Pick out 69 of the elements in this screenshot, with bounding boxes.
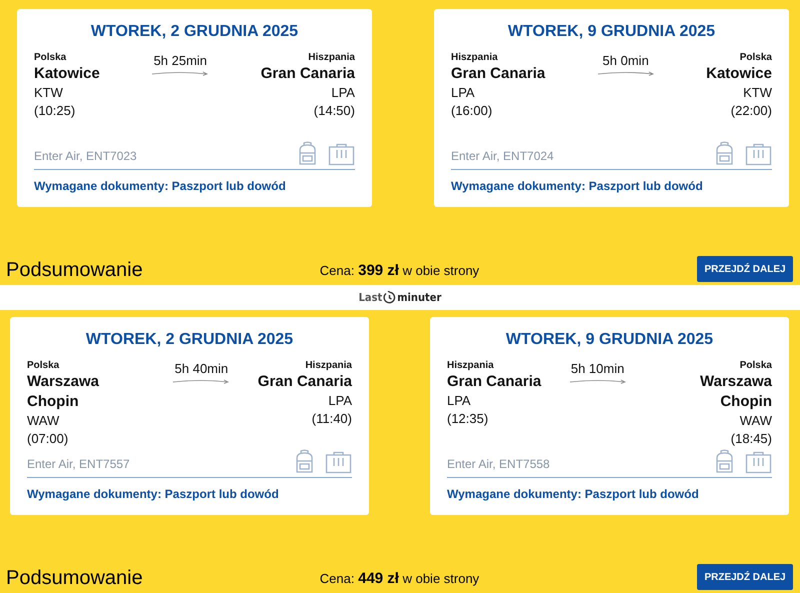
airport-code: KTW: [743, 84, 772, 102]
airport-code: LPA: [447, 392, 472, 410]
flight-time: (22:00): [730, 102, 772, 120]
continue-button[interactable]: PRZEJDŹ DALEJ: [697, 564, 793, 590]
flight-date: WTOREK, 2 GRUDNIA 2025: [84, 331, 294, 349]
city-name: Gran Canaria: [447, 372, 542, 392]
flight-time: (16:00): [451, 102, 494, 120]
required-documents: Wymagane dokumenty: Paszport lub dowód: [27, 487, 280, 501]
flight-date: WTOREK, 9 GRUDNIA 2025: [506, 23, 716, 41]
country-label: Hiszpania: [447, 359, 495, 372]
price-text: Cena: 399 zł w obie strony: [320, 262, 480, 281]
suitcase-icon: [325, 451, 352, 474]
flight-time: (14:50): [314, 102, 355, 120]
clock-icon: [383, 291, 396, 304]
flight-date: WTOREK, 9 GRUDNIA 2025: [504, 331, 714, 349]
airline-flight-number: Enter Air, ENT7024: [451, 149, 554, 165]
city-name: Gran Canaria: [260, 64, 355, 84]
airport-code: WAW: [27, 412, 60, 430]
airport-code: LPA: [451, 84, 476, 102]
city-name: Katowice: [34, 64, 100, 84]
suitcase-icon: [745, 143, 772, 166]
route-arrow: [172, 378, 230, 384]
airline-flight-number: Enter Air, ENT7557: [27, 457, 130, 473]
backpack-icon: [294, 449, 315, 474]
country-label: Polska: [34, 51, 68, 64]
suitcase-icon: [745, 451, 772, 474]
flight-time: (10:25): [34, 102, 76, 120]
flight-duration: 5h 40min: [174, 361, 228, 376]
route-arrow: [568, 378, 627, 384]
logo-text: minuter: [397, 291, 442, 304]
country-label: Hiszpania: [308, 51, 355, 64]
continue-button[interactable]: PRZEJDŹ DALEJ: [697, 256, 793, 282]
airline-flight-number: Enter Air, ENT7023: [34, 149, 137, 165]
summary-title: Podsumowanie: [6, 567, 143, 590]
airport-code: LPA: [328, 392, 352, 410]
airport-code: LPA: [331, 84, 355, 102]
city-name: Warszawa Chopin: [27, 372, 100, 412]
airport-code: WAW: [740, 412, 772, 430]
required-documents: Wymagane dokumenty: Paszport lub dowód: [447, 487, 700, 501]
country-label: Hiszpania: [305, 359, 352, 372]
route-arrow: [151, 70, 210, 76]
backpack-icon: [297, 141, 318, 166]
logo-text: Last: [358, 291, 382, 304]
flight-time: (11:40): [312, 410, 352, 428]
flight-duration: 5h 25min: [154, 53, 208, 68]
flight-date: WTOREK, 2 GRUDNIA 2025: [90, 23, 300, 41]
city-name: Warszawa Chopin: [699, 372, 772, 412]
country-label: Polska: [27, 359, 60, 372]
city-name: Gran Canaria: [258, 372, 352, 392]
city-name: Katowice: [706, 64, 772, 84]
flight-duration: 5h 0min: [602, 53, 649, 68]
country-label: Polska: [740, 359, 772, 372]
airport-code: KTW: [34, 84, 64, 102]
required-documents: Wymagane dokumenty: Paszport lub dowód: [34, 179, 287, 193]
summary-title: Podsumowanie: [6, 259, 143, 282]
backpack-icon: [714, 141, 735, 166]
country-label: Hiszpania: [451, 51, 499, 64]
route-arrow: [596, 70, 655, 76]
suitcase-icon: [328, 143, 355, 166]
required-documents: Wymagane dokumenty: Paszport lub dowód: [451, 179, 704, 193]
price-text: Cena: 449 zł w obie strony: [320, 570, 480, 589]
flight-duration: 5h 10min: [570, 361, 624, 376]
flight-time: (07:00): [27, 430, 70, 448]
backpack-icon: [714, 449, 735, 474]
city-name: Gran Canaria: [451, 64, 546, 84]
flight-time: (12:35): [447, 410, 490, 428]
flight-time: (18:45): [730, 430, 772, 448]
airline-flight-number: Enter Air, ENT7558: [447, 457, 550, 473]
country-label: Polska: [740, 51, 772, 64]
